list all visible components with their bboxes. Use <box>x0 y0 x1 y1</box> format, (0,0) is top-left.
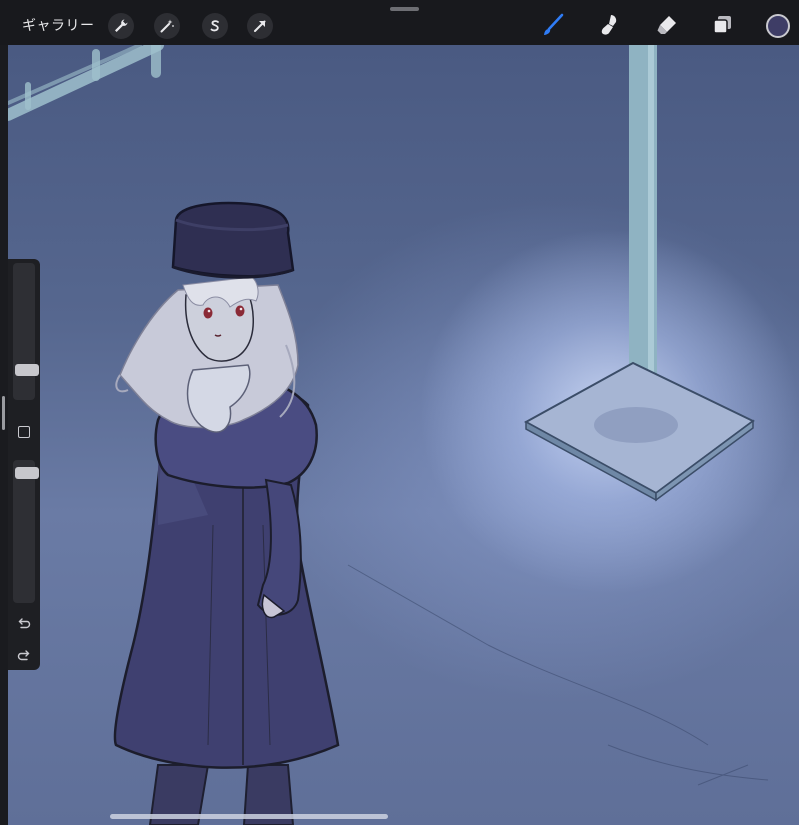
wrench-icon <box>115 19 128 32</box>
arrow-cursor-icon <box>254 20 266 32</box>
character <box>113 201 340 825</box>
floor-lines <box>347 564 769 786</box>
gallery-button[interactable]: ギャラリー <box>22 15 95 35</box>
modify-button[interactable] <box>18 426 30 438</box>
redo-icon <box>17 650 30 661</box>
eraser-tool-button[interactable] <box>652 10 682 40</box>
brush-size-slider-thumb[interactable] <box>15 364 39 377</box>
layers-button[interactable] <box>708 10 738 40</box>
artwork <box>8 45 769 825</box>
selection-button[interactable] <box>202 13 228 39</box>
sidebar-edge-handle[interactable] <box>2 396 5 430</box>
undo-icon <box>18 618 31 629</box>
selection-s-icon <box>210 20 219 32</box>
actions-button[interactable] <box>108 13 134 39</box>
toolbar-grabber-handle[interactable] <box>390 7 419 11</box>
top-toolbar: ギャラリー <box>0 0 799 45</box>
drawing-canvas[interactable] <box>8 45 799 825</box>
procreate-app: ギャラリー <box>0 0 799 825</box>
brush-size-slider[interactable] <box>13 263 39 400</box>
smudge-tool-button[interactable] <box>595 10 625 40</box>
lamp-post <box>523 45 755 502</box>
railing <box>8 45 164 121</box>
smudge-icon <box>601 15 617 35</box>
magic-wand-icon <box>160 19 174 33</box>
home-indicator[interactable] <box>110 814 388 819</box>
opacity-slider-thumb[interactable] <box>15 467 39 479</box>
transform-button[interactable] <box>247 13 273 39</box>
paint-tool-button[interactable] <box>538 10 568 40</box>
eraser-icon <box>657 16 676 34</box>
redo-button[interactable] <box>15 647 33 665</box>
adjustments-button[interactable] <box>154 13 180 39</box>
undo-button[interactable] <box>15 615 33 633</box>
brush-icon <box>544 13 564 35</box>
left-sidebar <box>8 259 40 670</box>
color-picker-button[interactable] <box>766 14 790 38</box>
layers-icon <box>713 16 731 34</box>
opacity-slider[interactable] <box>13 460 39 603</box>
